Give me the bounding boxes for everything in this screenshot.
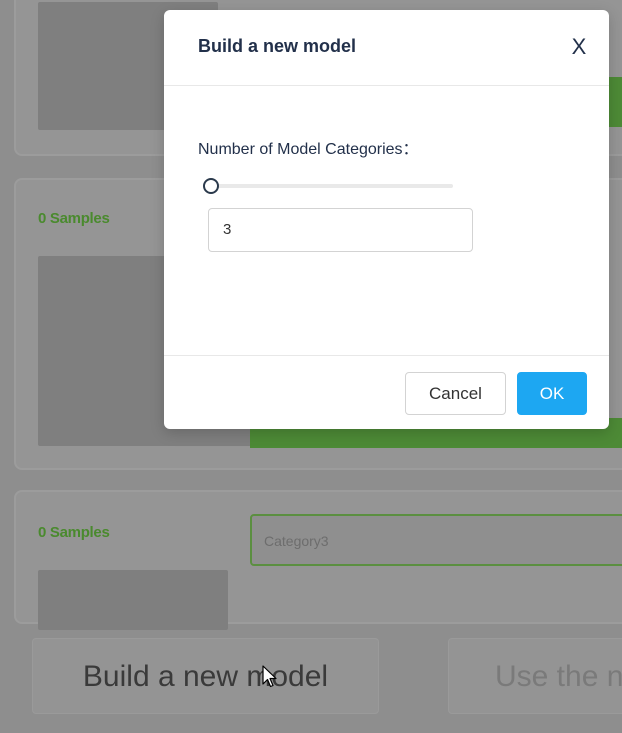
categories-slider[interactable] [203,178,453,194]
close-icon[interactable]: X [567,35,591,59]
dialog-header: Build a new model X [164,10,609,86]
sample-thumbnail [38,570,228,630]
slider-handle[interactable] [203,178,219,194]
categories-number-input[interactable]: 3 [208,208,473,252]
model-categories-label: Number of Model Categories： [198,141,419,158]
dialog-title: Build a new model [198,36,357,56]
cancel-button[interactable]: Cancel [405,372,506,415]
samples-count: 0 Samples [38,524,110,541]
capture-button[interactable] [608,77,622,127]
use-model-button[interactable]: Use the n [448,638,622,714]
dialog-footer: Cancel OK [164,355,609,430]
ok-button[interactable]: OK [517,372,587,415]
samples-count: 0 Samples [38,210,110,227]
slider-track[interactable] [206,184,453,188]
mouse-cursor-icon [262,665,277,688]
category-name-input[interactable]: Category3 [250,514,622,566]
build-model-dialog: Build a new model X Number of Model Cate… [164,10,609,429]
build-new-model-button[interactable]: Build a new model [32,638,379,714]
